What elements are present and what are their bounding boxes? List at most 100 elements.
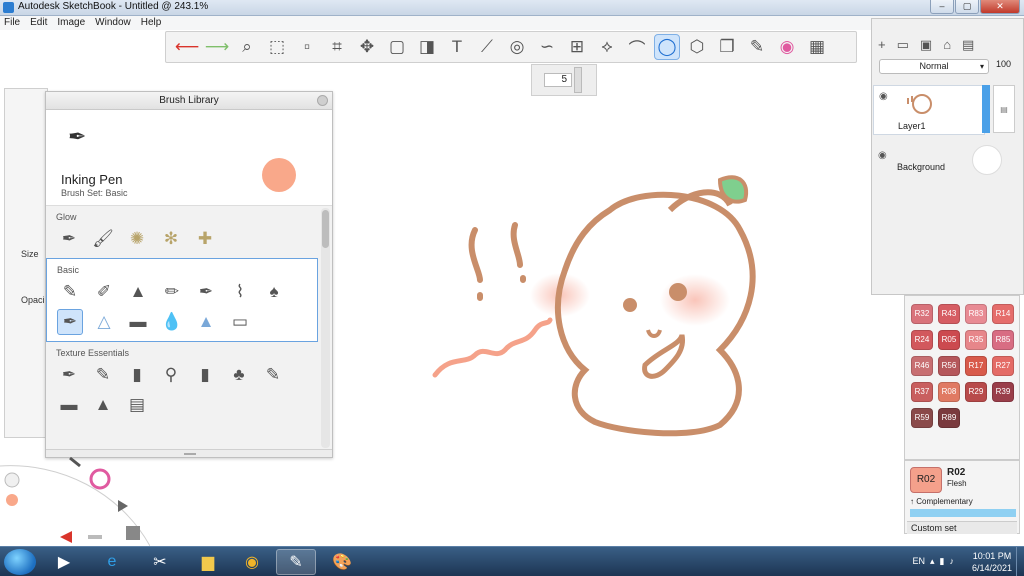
transform-icon[interactable]: ✥ <box>354 34 380 60</box>
layer-opacity[interactable]: 100 <box>996 59 1011 69</box>
texture-brush-icon[interactable]: ✎ <box>90 362 116 388</box>
color-swatch[interactable]: R27 <box>992 356 1014 376</box>
distort-icon[interactable]: ▢ <box>384 34 410 60</box>
minimize-button[interactable]: – <box>930 0 954 14</box>
color-wheel-icon[interactable]: ◉ <box>774 34 800 60</box>
select-lasso-icon[interactable]: ▫ <box>294 34 320 60</box>
add-image-icon[interactable]: ▣ <box>920 37 932 53</box>
color-swatch[interactable]: R85 <box>992 330 1014 350</box>
tray-expand-icon[interactable]: ▴ <box>930 556 935 566</box>
add-group-icon[interactable]: ▭ <box>897 37 909 53</box>
redo-icon[interactable]: ⟶ <box>204 34 230 60</box>
close-icon[interactable] <box>317 95 328 106</box>
texture-brush-icon[interactable]: ✒ <box>56 362 82 388</box>
brush-palette-icon[interactable]: ✎ <box>744 34 770 60</box>
layer-item[interactable]: ◉ Layer1 <box>873 85 985 135</box>
inking-pen-brush-icon[interactable]: ✒ <box>57 309 83 335</box>
custom-set-label[interactable]: Custom set <box>907 521 1017 534</box>
color-swatch[interactable]: R89 <box>938 408 960 428</box>
curve-guide-icon[interactable]: ∽ <box>534 34 560 60</box>
color-swatch[interactable]: R43 <box>938 304 960 324</box>
chrome-icon[interactable]: ◉ <box>232 549 272 575</box>
texture-brush-icon[interactable]: ▬ <box>56 392 82 418</box>
paint-icon[interactable]: 🎨 <box>322 549 362 575</box>
sketchbook-taskbar-icon[interactable]: ✎ <box>276 549 316 575</box>
layer-menu-icon[interactable]: ▤ <box>962 37 974 53</box>
marker-brush-icon[interactable]: ▲ <box>125 279 151 305</box>
network-icon[interactable]: ▮ <box>940 556 945 566</box>
menu-image[interactable]: Image <box>57 16 85 30</box>
glow-brush-icon[interactable]: ✒ <box>56 226 82 252</box>
complementary-color-bar[interactable] <box>910 509 1016 517</box>
color-swatch[interactable]: R56 <box>938 356 960 376</box>
ruler-icon[interactable]: ⟋ <box>474 34 500 60</box>
copy-paste-icon[interactable]: ❐ <box>714 34 740 60</box>
texture-brush-icon[interactable]: ✎ <box>260 362 286 388</box>
layer-editor-icon[interactable]: ▦ <box>804 34 830 60</box>
clock[interactable]: 10:01 PM 6/14/2021 <box>972 550 1012 574</box>
airbrush-icon[interactable]: △ <box>91 309 117 335</box>
hard-eraser-icon[interactable]: ▬ <box>125 309 151 335</box>
crop-icon[interactable]: ⌗ <box>324 34 350 60</box>
start-button[interactable] <box>4 549 36 575</box>
color-swatch[interactable]: R35 <box>965 330 987 350</box>
nib-brush-icon[interactable]: ♠ <box>261 279 287 305</box>
chisel-brush-icon[interactable]: ✏ <box>159 279 185 305</box>
complementary-label[interactable]: ↑ Complementary <box>910 497 973 506</box>
color-swatch[interactable]: R05 <box>938 330 960 350</box>
close-button[interactable]: ✕ <box>980 0 1020 14</box>
soft-eraser-icon[interactable]: ▭ <box>227 309 253 335</box>
shape-icon[interactable]: ⬡ <box>684 34 710 60</box>
glow-brush-icon[interactable]: ✻ <box>158 226 184 252</box>
brush-size-slider[interactable] <box>574 67 582 93</box>
brush-size-value[interactable]: 5 <box>544 73 572 87</box>
brush-list-scrollbar[interactable] <box>321 208 330 448</box>
symmetry-icon[interactable]: ⟡ <box>594 34 620 60</box>
ellipse-guide-icon[interactable]: ◎ <box>504 34 530 60</box>
current-color-swatch-large[interactable]: R02 <box>910 467 942 493</box>
color-swatch[interactable]: R83 <box>965 304 987 324</box>
color-swatch[interactable]: R32 <box>911 304 933 324</box>
color-swatch[interactable]: R39 <box>992 382 1014 402</box>
pen-brush-icon[interactable]: ✒ <box>193 279 219 305</box>
texture-brush-icon[interactable]: ▮ <box>124 362 150 388</box>
background-color-thumbnail[interactable] <box>972 145 1002 175</box>
menu-file[interactable]: File <box>4 16 20 30</box>
glow-brush-icon[interactable]: ✺ <box>124 226 150 252</box>
color-swatch[interactable]: R46 <box>911 356 933 376</box>
color-swatch[interactable]: R14 <box>992 304 1014 324</box>
add-layer-icon[interactable]: + <box>878 37 886 53</box>
internet-explorer-icon[interactable]: e <box>92 549 132 575</box>
smear-icon[interactable]: ▲ <box>193 309 219 335</box>
scrollbar-thumb[interactable] <box>322 210 329 248</box>
texture-brush-icon[interactable]: ▲ <box>90 392 116 418</box>
menu-help[interactable]: Help <box>141 16 162 30</box>
circle-tool-icon[interactable]: ◯ <box>654 34 680 60</box>
media-player-icon[interactable]: ▶ <box>44 549 84 575</box>
undo-icon[interactable]: ⟵ <box>174 34 200 60</box>
texture-brush-icon[interactable]: ▤ <box>124 392 150 418</box>
file-explorer-icon[interactable]: ▆ <box>188 549 228 575</box>
texture-brush-icon[interactable]: ▮ <box>192 362 218 388</box>
select-rect-icon[interactable]: ⬚ <box>264 34 290 60</box>
glow-brush-icon[interactable]: 🖌 <box>90 226 116 252</box>
eye-icon[interactable]: ◉ <box>879 91 888 102</box>
texture-brush-icon[interactable]: ⚲ <box>158 362 184 388</box>
delete-layer-icon[interactable]: ⌂ <box>943 37 951 53</box>
menu-window[interactable]: Window <box>95 16 131 30</box>
show-desktop-button[interactable] <box>1016 547 1024 576</box>
color-swatch[interactable]: R17 <box>965 356 987 376</box>
fill-icon[interactable]: ◨ <box>414 34 440 60</box>
color-swatch[interactable]: R08 <box>938 382 960 402</box>
layer-item[interactable]: ◉ Background <box>873 145 1002 195</box>
resize-grip[interactable] <box>184 453 196 455</box>
fine-brush-icon[interactable]: ⌇ <box>227 279 253 305</box>
blend-mode-select[interactable]: Normal ▾ <box>879 59 989 74</box>
pencil-brush-icon[interactable]: ✎ <box>57 279 83 305</box>
glow-brush-icon[interactable]: ✚ <box>192 226 218 252</box>
layer-lock-icon[interactable]: ▤ <box>993 85 1015 133</box>
zoom-icon[interactable]: ⌕ <box>234 34 260 60</box>
text-icon[interactable]: T <box>444 34 470 60</box>
blur-drop-icon[interactable]: 💧 <box>159 309 185 335</box>
current-color-swatch[interactable] <box>262 158 296 192</box>
